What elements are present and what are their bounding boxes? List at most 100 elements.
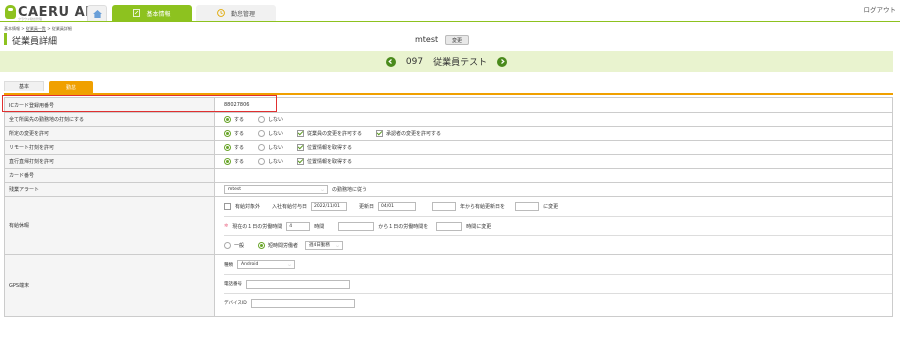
breadcrumb-basic-info[interactable]: 基本情報 [4,26,20,31]
gps-type-line: 種類 Android ⌵ [224,255,892,274]
row-remote: リモート打刻を許可 する しない 位置情報を取得する [4,141,893,155]
grant-date-label: 入社有給付与日 [272,204,308,210]
overtime-alert-select-value: mtest [228,187,242,192]
all-offices-yes-radio[interactable] [224,116,231,123]
not-applicable-checkbox[interactable] [224,203,231,210]
change-office-no-radio[interactable] [258,130,266,137]
subtab-attendance[interactable]: 勤怠 [49,81,93,93]
chevron-down-icon: ⌵ [320,187,324,192]
paid-leave-grant-line: 有給対象外 入社有給付与日 2022/11/01 更新日 04/01 年から有給… [224,197,892,216]
logo-mark-icon [5,5,16,19]
gps-device-input[interactable] [250,298,355,308]
logout-link[interactable]: ログアウト [864,4,897,14]
overtime-alert-select[interactable]: mtest ⌵ [224,185,328,194]
tab-attendance-label: 勤怠管理 [230,10,255,18]
change-office-label: 所定の変更を許可 [5,127,215,140]
direct-label: 直行直帰打刻を許可 [5,155,215,168]
gps-device-line: デバイスID [224,293,892,312]
highlight-box [2,95,277,112]
remote-location-checkbox[interactable] [297,144,305,151]
tab-basic-info[interactable]: 基本情報 [112,5,192,21]
allow-approver-change-label: 承認者の変更を許可する [386,131,442,137]
renew-year-label: 年から有給更新日を [460,204,506,210]
row-paid-leave: 有給休暇 有給対象外 入社有給付与日 2022/11/01 更新日 04/01 … [4,197,893,255]
paid-leave-type-line: 一般 短時間労働者 週4日勤務 ⌵ [224,235,892,254]
page-title-accent [4,33,7,45]
allow-employee-change-checkbox[interactable] [297,130,305,137]
paid-leave-label: 有給休暇 [5,197,215,254]
tab-home[interactable] [87,5,107,21]
row-card-number: カード番号 [4,169,893,183]
page-title: 従業員詳細 [12,37,58,47]
change-button[interactable]: 変更 [445,35,469,45]
header-divider [0,21,900,22]
hours-change-label: 時間に変更 [466,223,492,230]
previous-employee-button[interactable] [385,56,396,67]
general-label: 一般 [234,242,245,249]
general-radio[interactable] [224,241,231,249]
direct-yes-label: する [234,159,245,165]
gps-device-label: デバイスID [224,301,247,306]
subtab-basic[interactable]: 基本 [4,81,44,91]
row-all-offices: 全て所属先の勤務地の打刻にする する しない [4,113,893,127]
employee-number: 097 [405,56,424,67]
remote-no-label: しない [268,145,284,151]
all-offices-no-radio[interactable] [258,116,266,123]
all-offices-label: 全て所属先の勤務地の打刻にする [5,113,215,126]
breadcrumb-employee-detail: 従業員詳細 [51,26,72,31]
chevron-right-icon [500,59,505,64]
row-overtime-alert: 残業アラート mtest ⌵ の勤務地に従う [4,183,893,197]
gps-phone-line: 電話番号 [224,274,892,293]
direct-yes-radio[interactable] [224,158,231,165]
remote-no-radio[interactable] [258,144,266,151]
row-change-office: 所定の変更を許可 する しない 従業員の変更を許可する 承認者の変更を許可する [4,127,893,141]
renew-change-label: に変更 [543,204,559,210]
remote-label: リモート打刻を許可 [5,141,215,154]
home-icon [92,9,102,18]
required-asterisk-icon: ✲ [224,223,229,229]
gps-type-select-value: Android [241,262,259,267]
overtime-alert-suffix: の勤務地に従う [332,187,368,193]
remote-yes-radio[interactable] [224,144,231,151]
breadcrumb-employee-list[interactable]: 従業員一覧 [26,26,46,31]
remote-yes-label: する [234,145,245,151]
new-hours-from-input[interactable] [338,221,375,231]
next-employee-button[interactable] [497,56,508,67]
direct-location-checkbox[interactable] [297,158,305,165]
card-number-label: カード番号 [5,169,215,182]
current-hours-unit: 時間 [314,223,325,230]
attendance-settings-form: ICカード登録用番号 88027806 全て所属先の勤務地の打刻にする する し… [4,97,893,317]
current-hours-input[interactable]: 4 [286,221,311,231]
breadcrumb: 基本情報 > 従業員一覧 > 従業員詳細 [4,26,72,32]
part-time-radio[interactable] [258,241,266,249]
direct-no-label: しない [268,159,284,165]
chevron-left-icon [388,59,393,64]
gps-phone-input[interactable] [246,279,350,289]
renew-year-input[interactable] [432,202,457,211]
breadcrumb-separator: > [21,26,25,31]
tab-attendance[interactable]: 勤怠管理 [196,5,276,21]
renew-date-input[interactable]: 04/01 [378,202,417,211]
direct-location-label: 位置情報を取得する [307,159,353,165]
tab-basic-info-label: 基本情報 [146,10,171,18]
employee-full-name: 従業員テスト [433,58,488,68]
row-direct: 直行直帰打刻を許可 する しない 位置情報を取得する [4,155,893,169]
direct-no-radio[interactable] [258,158,266,165]
row-gps: GPS端末 種類 Android ⌵ 電話番号 デバイスID [4,255,893,317]
change-office-yes-label: する [234,131,245,137]
employee-name: mtest [415,35,439,44]
gps-type-select[interactable]: Android ⌵ [237,260,295,269]
new-renew-date-input[interactable] [515,202,540,211]
change-office-no-label: しない [268,131,284,137]
new-hours-input[interactable] [436,221,463,231]
chevron-down-icon: ⌵ [335,242,340,248]
part-time-label: 短時間労働者 [268,242,299,249]
change-office-yes-radio[interactable] [224,130,231,137]
allow-employee-change-label: 従業員の変更を許可する [307,131,363,137]
not-applicable-label: 有給対象外 [235,204,261,210]
overtime-alert-label: 残業アラート [5,183,215,196]
all-offices-yes-label: する [234,117,245,123]
weekly-days-select[interactable]: 週4日勤務 ⌵ [305,240,344,250]
grant-date-input[interactable]: 2022/11/01 [311,202,348,211]
allow-approver-change-checkbox[interactable] [376,130,384,137]
